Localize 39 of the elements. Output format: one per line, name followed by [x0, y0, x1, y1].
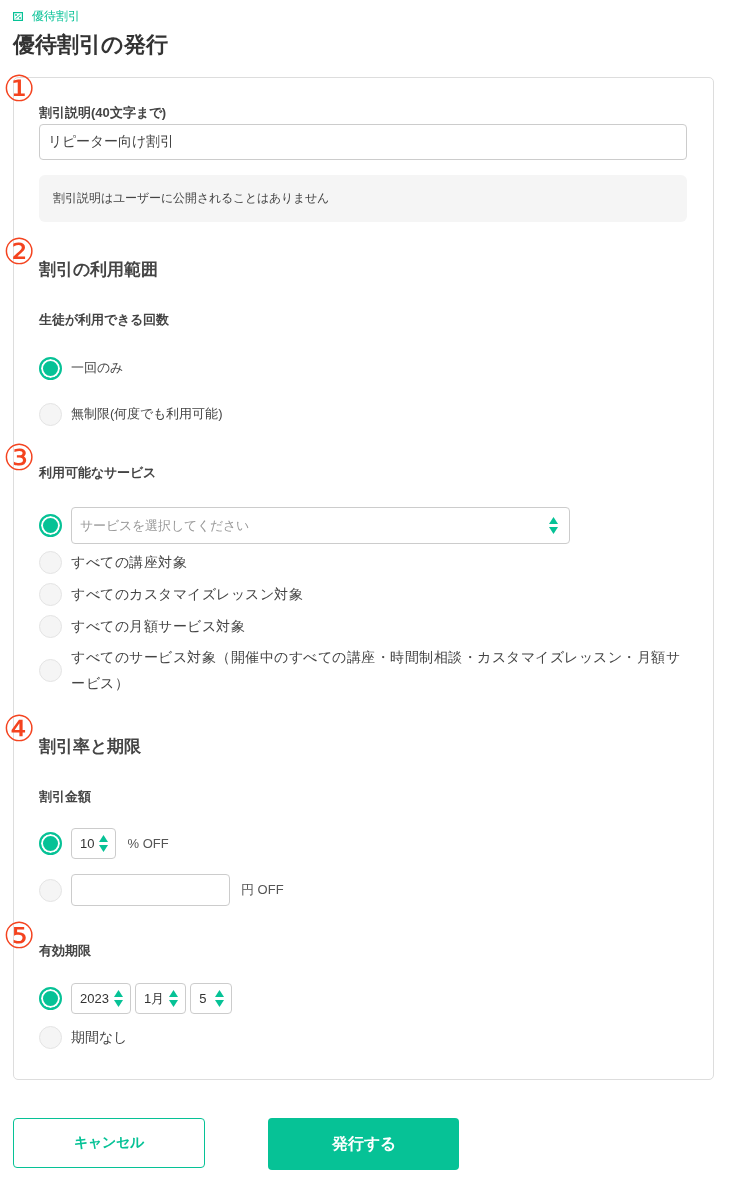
number-spinner[interactable]: 10: [71, 828, 117, 859]
annotation-number: ④: [3, 711, 36, 747]
section-heading: 割引率と期限: [39, 736, 142, 758]
section-heading: 割引の利用範囲: [39, 259, 159, 281]
option-label: すべてのサービス対象（開催中のすべての講座・時間制相談・カスタマイズレッスン・月額サービス）: [71, 648, 681, 693]
option-label: すべての月額サービス対象: [71, 617, 245, 636]
field-label: 割引金額: [39, 788, 92, 806]
number-spinner[interactable]: 1月: [134, 983, 187, 1014]
page-title: 優待割引の発行: [13, 31, 169, 59]
radio-button[interactable]: [39, 832, 62, 855]
up-down-arrow-icon: [99, 835, 109, 852]
percent-icon: [13, 11, 23, 21]
annotation-number: ③: [3, 440, 36, 476]
up-down-arrow-icon: [113, 990, 123, 1007]
radio-button[interactable]: [39, 356, 62, 380]
number-spinner[interactable]: 2023: [71, 983, 131, 1014]
annotation-number: ②: [3, 234, 36, 270]
up-down-arrow-icon: [215, 990, 225, 1007]
info-note: 割引説明はユーザーに公開されることはありません: [39, 175, 687, 222]
field-label: 利用可能なサービス: [39, 464, 157, 482]
field-label: 割引説明(40文字まで): [39, 104, 168, 122]
up-down-arrow-icon: [549, 517, 558, 534]
radio-button[interactable]: [39, 514, 62, 537]
option-label: 一回のみ: [71, 359, 123, 377]
field-label: 有効期限: [39, 942, 92, 960]
number-spinner[interactable]: 5: [190, 983, 233, 1014]
annotation-number: ①: [3, 71, 36, 107]
unit-label: % OFF: [127, 836, 169, 851]
option-label: 無制限(何度でも利用可能): [71, 405, 223, 423]
field-label: 生徒が利用できる回数: [39, 311, 170, 329]
unit-label: 円 OFF: [241, 881, 284, 899]
amount-input-field[interactable]: [71, 874, 230, 906]
option-label: すべてのカスタマイズレッスン対象: [71, 585, 303, 604]
text-input-field[interactable]: リピーター向け割引: [39, 124, 687, 160]
annotation-number: ⑤: [3, 918, 36, 954]
option-label: すべての講座対象: [71, 553, 187, 572]
up-down-arrow-icon: [169, 990, 179, 1007]
option-label: 期間なし: [71, 1028, 127, 1047]
radio-button[interactable]: [39, 987, 62, 1010]
